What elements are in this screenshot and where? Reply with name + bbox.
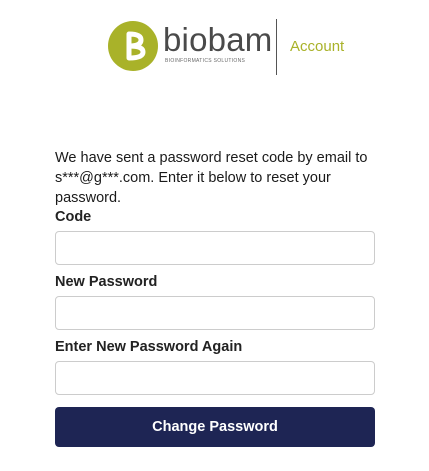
- code-label: Code: [55, 209, 92, 225]
- new-password-label: New Password: [55, 274, 158, 290]
- code-field-group: Code: [55, 208, 375, 265]
- reset-message: We have sent a password reset code by em…: [55, 150, 368, 206]
- confirm-password-field-group: Enter New Password Again: [55, 338, 375, 395]
- code-input[interactable]: [55, 231, 375, 265]
- password-reset-page: biobam BIOINFORMATICS SOLUTIONS Account …: [0, 0, 429, 471]
- change-password-button[interactable]: Change Password: [55, 407, 375, 447]
- confirm-password-label: Enter New Password Again: [55, 339, 243, 355]
- new-password-input[interactable]: [55, 296, 375, 330]
- brand-name: biobam: [163, 21, 273, 58]
- brand-tagline: BIOINFORMATICS SOLUTIONS: [165, 58, 246, 64]
- confirm-password-input[interactable]: [55, 361, 375, 395]
- reset-password-form: We have sent a password reset code by em…: [55, 148, 375, 447]
- header: biobam BIOINFORMATICS SOLUTIONS Account: [0, 0, 429, 80]
- account-label: Account: [290, 38, 345, 55]
- new-password-field-group: New Password: [55, 273, 375, 330]
- header-divider: [276, 19, 277, 75]
- biobam-logo-icon: [108, 21, 158, 71]
